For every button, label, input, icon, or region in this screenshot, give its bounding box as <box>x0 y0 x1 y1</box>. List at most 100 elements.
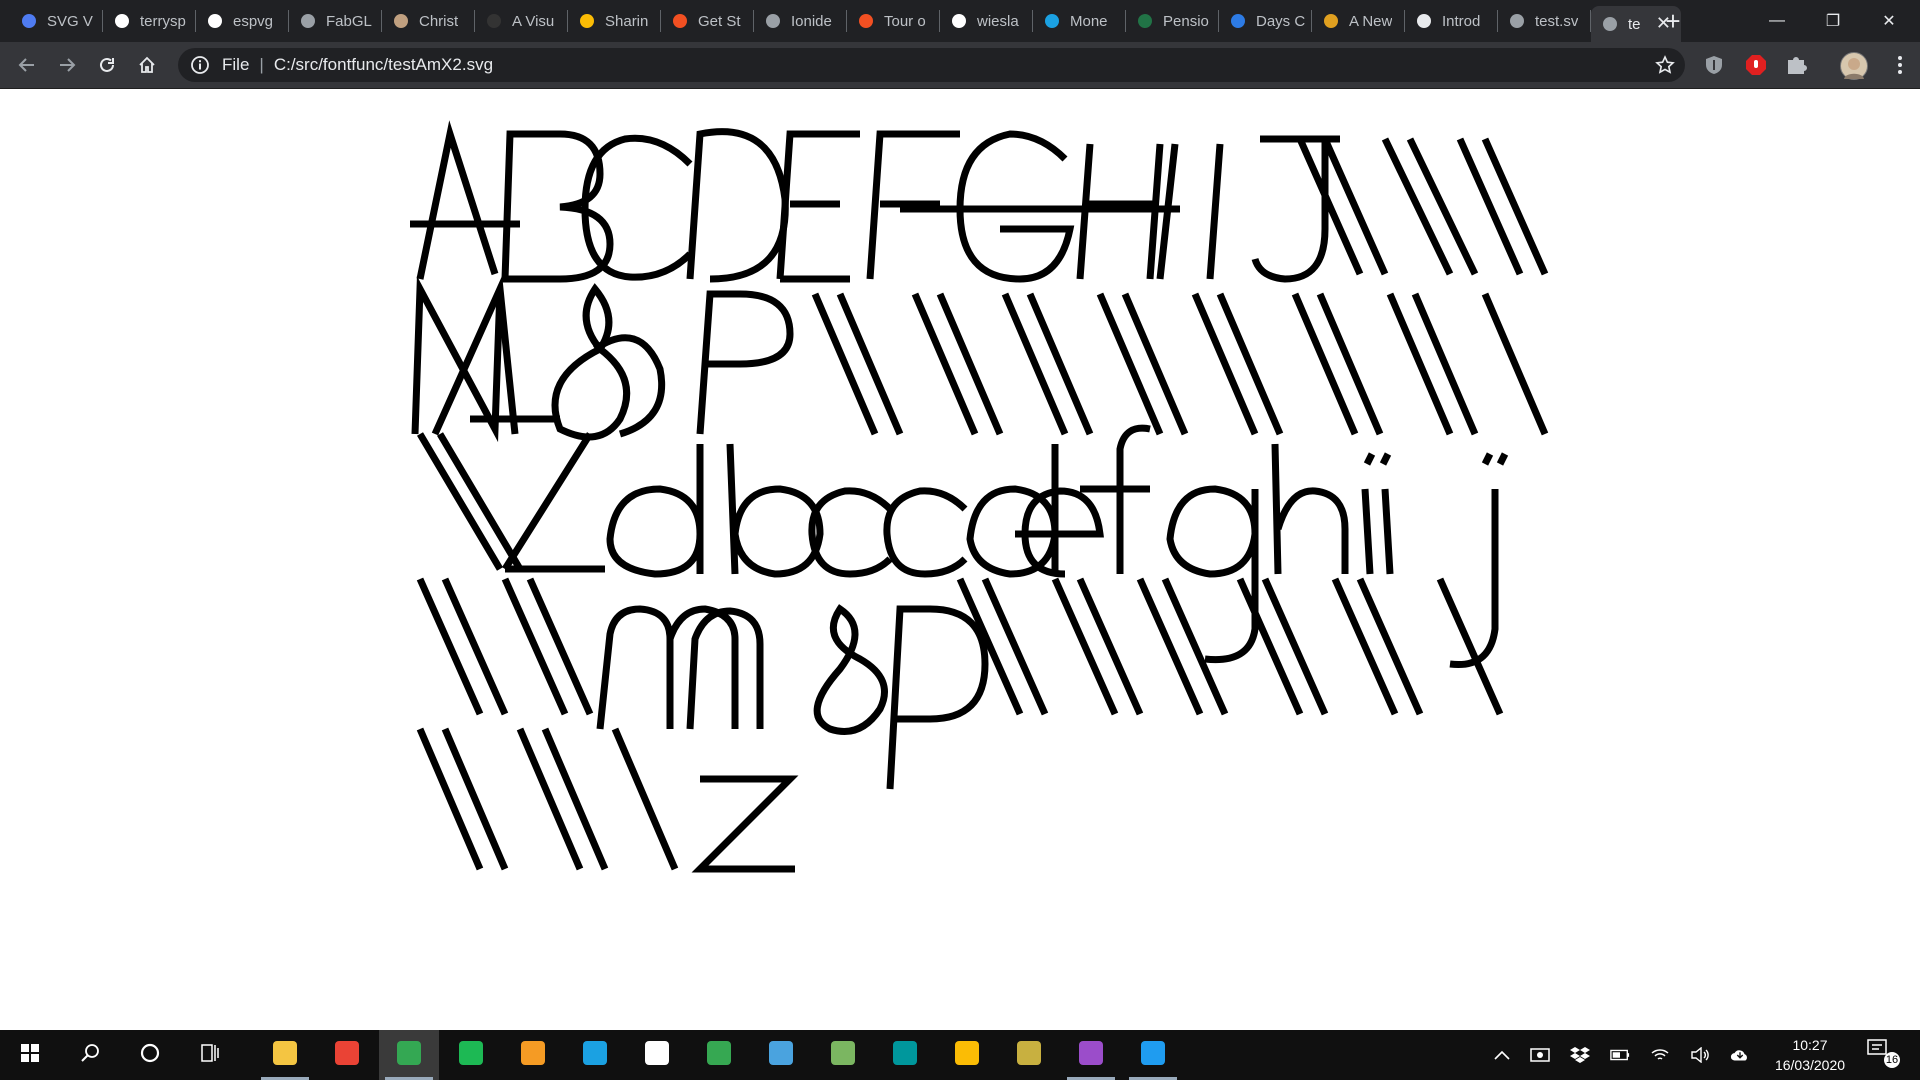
onedrive-icon[interactable] <box>1730 1045 1750 1065</box>
restore-button[interactable]: ❐ <box>1810 0 1856 42</box>
puzzle-extension-icon[interactable] <box>1785 54 1807 76</box>
microsoft-icon <box>671 12 689 30</box>
cortana-button[interactable] <box>120 1030 180 1080</box>
tab[interactable]: test.sv <box>1498 0 1591 42</box>
url-separator: | <box>259 55 264 74</box>
search-button[interactable] <box>60 1030 120 1080</box>
tab[interactable]: Ionide <box>754 0 847 42</box>
github-icon <box>950 12 968 30</box>
browser-toolbar: File | C:/src/fontfunc/testAmX2.svg <box>0 42 1920 89</box>
tab-title: wiesla <box>977 12 1019 30</box>
url-text[interactable]: C:/src/fontfunc/testAmX2.svg <box>274 55 493 75</box>
file-explorer[interactable] <box>255 1030 315 1080</box>
tab-title: A New <box>1349 12 1393 30</box>
user-face-icon <box>1844 58 1864 79</box>
arrow-right-icon <box>60 58 76 72</box>
tab[interactable]: FabGL <box>289 0 382 42</box>
folder-icon <box>271 1039 299 1072</box>
e-app[interactable] <box>751 1030 811 1080</box>
stop-extension-icon[interactable] <box>1745 54 1767 76</box>
tab-title: A Visu <box>512 12 555 30</box>
tab-title: Pensio <box>1163 12 1209 30</box>
tab-title: Days C <box>1256 12 1306 30</box>
globe-app[interactable] <box>999 1030 1059 1080</box>
c-app[interactable] <box>565 1030 625 1080</box>
notepad[interactable] <box>627 1030 687 1080</box>
money-icon <box>1043 12 1061 30</box>
page-viewport <box>0 89 1920 1030</box>
tab[interactable]: Introd <box>1405 0 1498 42</box>
reload-button[interactable] <box>92 50 122 80</box>
chrome[interactable] <box>379 1030 439 1080</box>
glyph-row-5 <box>416 727 799 873</box>
tab[interactable]: A Visu <box>475 0 568 42</box>
diamond-icon <box>1229 12 1247 30</box>
svg-glyph-render <box>410 120 1549 873</box>
forward-button[interactable] <box>52 50 82 80</box>
x-app[interactable] <box>689 1030 749 1080</box>
gmail[interactable] <box>317 1030 377 1080</box>
tab[interactable]: terrysp <box>103 0 196 42</box>
tab[interactable]: espvg <box>196 0 289 42</box>
excel-icon <box>1136 12 1154 30</box>
chevron-up-icon[interactable] <box>1492 1045 1512 1065</box>
visual-studio[interactable] <box>1061 1030 1121 1080</box>
glyph-row-2 <box>411 275 1549 443</box>
microsoft-icon <box>857 12 875 30</box>
glyph-row-4 <box>416 577 1504 790</box>
globe-icon <box>1508 12 1526 30</box>
mortarboard-icon <box>1415 12 1433 30</box>
tab-title: test.sv <box>1535 12 1579 30</box>
github-icon <box>206 12 224 30</box>
windows-icon <box>20 1043 40 1068</box>
tab[interactable]: Tour o <box>847 0 940 42</box>
profile-avatar[interactable] <box>1840 52 1868 80</box>
tab[interactable]: wiesla <box>940 0 1033 42</box>
address-bar[interactable]: File | C:/src/fontfunc/testAmX2.svg <box>178 48 1685 82</box>
tab-list: SVG V terrysp espvg FabGL Christ A Visu Sharin… <box>10 0 1681 42</box>
tab[interactable]: A New <box>1312 0 1405 42</box>
info-icon[interactable] <box>190 55 210 75</box>
tab-title: Sharin <box>605 12 649 30</box>
battery-icon[interactable] <box>1610 1045 1630 1065</box>
tab-strip: SVG V terrysp espvg FabGL Christ A Visu Sharin… <box>0 0 1920 42</box>
spotify[interactable] <box>441 1030 501 1080</box>
bookmark-star-icon[interactable] <box>1655 55 1675 75</box>
meet-now-icon[interactable] <box>1530 1045 1550 1065</box>
more-menu-icon[interactable] <box>1890 52 1910 78</box>
new-tab-button[interactable]: + <box>1658 6 1688 36</box>
back-button[interactable] <box>12 50 42 80</box>
task-view-icon <box>199 1042 221 1069</box>
start-button[interactable] <box>0 1030 60 1080</box>
c-app-icon <box>581 1039 609 1072</box>
tab[interactable]: Get St <box>661 0 754 42</box>
search-icon <box>79 1042 101 1069</box>
action-center-button[interactable]: 16 <box>1866 1038 1906 1072</box>
keep[interactable] <box>937 1030 997 1080</box>
task-view-button[interactable] <box>180 1030 240 1080</box>
photos-app[interactable] <box>813 1030 873 1080</box>
tab[interactable]: SVG V <box>10 0 103 42</box>
fusion[interactable] <box>503 1030 563 1080</box>
close-window-button[interactable]: ✕ <box>1866 0 1912 42</box>
volume-icon[interactable] <box>1690 1045 1710 1065</box>
spotify-icon <box>457 1039 485 1072</box>
windows-taskbar: 10:27 16/03/2020 16 <box>0 1030 1920 1080</box>
vscode[interactable] <box>1123 1030 1183 1080</box>
home-button[interactable] <box>132 50 162 80</box>
tab[interactable]: Days C <box>1219 0 1312 42</box>
system-clock[interactable]: 10:27 16/03/2020 <box>1750 1030 1870 1080</box>
github-icon <box>113 12 131 30</box>
minimize-button[interactable]: — <box>1754 0 1800 42</box>
sun-icon <box>1322 12 1340 30</box>
dropbox-icon[interactable] <box>1570 1045 1590 1065</box>
arduino[interactable] <box>875 1030 935 1080</box>
wifi-icon[interactable] <box>1650 1045 1670 1065</box>
tab-title: Tour o <box>884 12 926 30</box>
tab[interactable]: Sharin <box>568 0 661 42</box>
tab[interactable]: Mone <box>1033 0 1126 42</box>
tab[interactable]: Christ <box>382 0 475 42</box>
shield-extension-icon[interactable] <box>1703 54 1725 76</box>
tab-title: Get St <box>698 12 741 30</box>
tab[interactable]: Pensio <box>1126 0 1219 42</box>
